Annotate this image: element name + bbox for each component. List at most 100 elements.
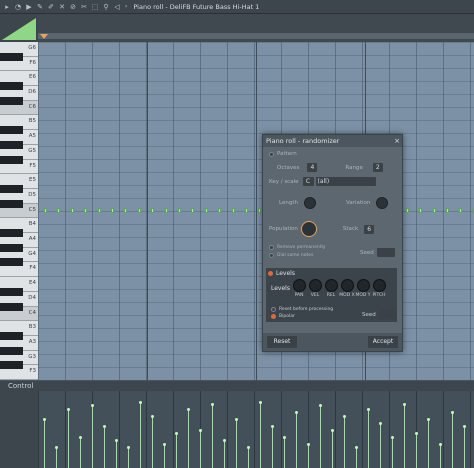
- velocity-bar[interactable]: [223, 439, 226, 468]
- velocity-handle[interactable]: [55, 446, 58, 449]
- velocity-bar[interactable]: [391, 435, 394, 468]
- velocity-bar[interactable]: [331, 428, 334, 468]
- black-key[interactable]: [0, 361, 23, 370]
- velocity-handle[interactable]: [223, 439, 226, 442]
- velocity-handle[interactable]: [187, 407, 190, 411]
- key-select[interactable]: C: [302, 177, 314, 186]
- velocity-bar[interactable]: [403, 402, 406, 468]
- note-grid[interactable]: [38, 42, 474, 380]
- velocity-bar[interactable]: [187, 407, 190, 468]
- loop-bar[interactable]: [38, 33, 474, 39]
- velocity-handle[interactable]: [271, 425, 274, 428]
- seed-field[interactable]: [378, 310, 397, 319]
- note[interactable]: [84, 208, 88, 213]
- note[interactable]: [446, 208, 449, 213]
- velocity-handle[interactable]: [211, 402, 214, 406]
- velocity-bar[interactable]: [367, 407, 370, 468]
- velocity-handle[interactable]: [127, 446, 130, 449]
- velocity-bar[interactable]: [307, 442, 310, 468]
- velocity-bar[interactable]: [139, 400, 142, 468]
- length-knob[interactable]: [303, 197, 316, 209]
- note[interactable]: [178, 208, 181, 213]
- paint-icon[interactable]: ✐: [47, 3, 55, 11]
- velocity-bar[interactable]: [463, 425, 466, 468]
- velocity-handle[interactable]: [163, 442, 166, 446]
- velocity-handle[interactable]: [343, 414, 346, 418]
- velocity-handle[interactable]: [235, 418, 238, 421]
- velocity-bar[interactable]: [247, 446, 250, 468]
- velocity-bar[interactable]: [91, 404, 94, 468]
- velocity-handle[interactable]: [199, 428, 202, 432]
- accept-button[interactable]: Accept: [368, 336, 398, 348]
- velocity-bar[interactable]: [355, 446, 358, 468]
- close-icon[interactable]: ×: [392, 137, 402, 145]
- note[interactable]: [151, 208, 155, 213]
- velocity-handle[interactable]: [439, 442, 442, 446]
- levels-toggle[interactable]: [268, 271, 273, 276]
- velocity-handle[interactable]: [403, 402, 406, 406]
- velocity-bar[interactable]: [199, 428, 202, 468]
- reset-button[interactable]: Reset: [267, 336, 297, 348]
- velocity-handle[interactable]: [307, 442, 310, 446]
- dial-same-notes-radio[interactable]: [269, 253, 274, 258]
- black-key[interactable]: [0, 243, 23, 252]
- velocity-bar[interactable]: [79, 435, 82, 468]
- black-key[interactable]: [0, 302, 23, 311]
- black-key[interactable]: [0, 52, 23, 61]
- velocity-handle[interactable]: [379, 421, 382, 425]
- velocity-handle[interactable]: [67, 407, 70, 411]
- black-key[interactable]: [0, 184, 23, 193]
- velocity-bar[interactable]: [163, 442, 166, 468]
- velocity-bar[interactable]: [415, 432, 418, 468]
- black-key[interactable]: [0, 126, 23, 135]
- range-field[interactable]: 2: [372, 163, 383, 172]
- play-icon[interactable]: ▶: [25, 3, 33, 11]
- velocity-bar[interactable]: [115, 439, 118, 468]
- velocity-handle[interactable]: [79, 435, 82, 439]
- velocity-handle[interactable]: [151, 414, 154, 418]
- black-key[interactable]: [0, 258, 23, 267]
- velocity-bar[interactable]: [343, 414, 346, 468]
- velocity-handle[interactable]: [295, 411, 298, 414]
- variation-knob[interactable]: [376, 197, 389, 209]
- level-knob[interactable]: [356, 279, 370, 292]
- event-editor[interactable]: [38, 391, 474, 468]
- velocity-bar[interactable]: [283, 435, 286, 468]
- black-key[interactable]: [0, 287, 23, 296]
- velocity-handle[interactable]: [391, 435, 394, 439]
- black-key[interactable]: [0, 96, 23, 105]
- black-key[interactable]: [0, 155, 23, 164]
- velocity-handle[interactable]: [331, 428, 334, 432]
- note[interactable]: [204, 208, 208, 213]
- note[interactable]: [231, 208, 235, 213]
- title-arrow-icon[interactable]: ›: [125, 3, 127, 10]
- velocity-bar[interactable]: [271, 425, 274, 468]
- black-key[interactable]: [0, 346, 23, 355]
- note[interactable]: [44, 208, 47, 213]
- velocity-handle[interactable]: [43, 418, 46, 421]
- select-icon[interactable]: ⬚: [91, 3, 99, 11]
- delete-icon[interactable]: ✕: [58, 3, 66, 11]
- velocity-bar[interactable]: [211, 402, 214, 468]
- velocity-bar[interactable]: [451, 411, 454, 468]
- playhead-marker[interactable]: [40, 34, 48, 39]
- level-knob[interactable]: [308, 279, 322, 292]
- note[interactable]: [218, 208, 222, 213]
- black-key[interactable]: [0, 140, 23, 149]
- velocity-bar[interactable]: [439, 442, 442, 468]
- playback-icon[interactable]: ◁: [113, 3, 121, 11]
- pencil-icon[interactable]: ✎: [36, 3, 44, 11]
- control-label[interactable]: Control: [8, 382, 33, 390]
- level-knob[interactable]: [372, 279, 386, 292]
- black-key[interactable]: [0, 199, 23, 208]
- stack-field[interactable]: 6: [364, 224, 375, 234]
- note[interactable]: [432, 208, 436, 213]
- population-knob[interactable]: [300, 221, 317, 237]
- reset-before-processing-radio[interactable]: [271, 307, 276, 312]
- note[interactable]: [70, 208, 74, 213]
- note[interactable]: [124, 208, 128, 213]
- mute-icon[interactable]: ⊘: [69, 3, 77, 11]
- velocity-handle[interactable]: [115, 439, 118, 442]
- note[interactable]: [111, 208, 114, 213]
- black-key[interactable]: [0, 331, 23, 340]
